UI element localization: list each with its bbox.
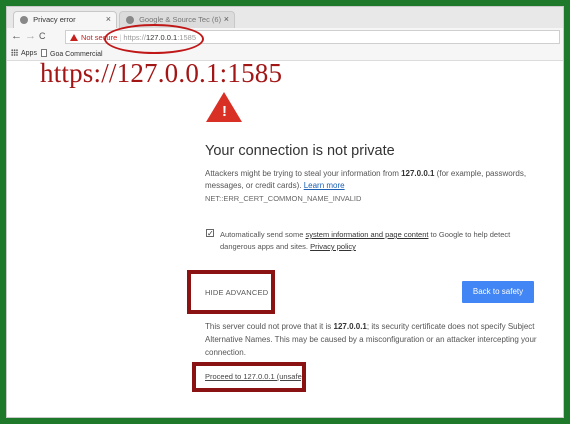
details-host: 127.0.0.1 (333, 322, 367, 331)
privacy-policy-link[interactable]: Privacy policy (310, 242, 356, 251)
bookmark-label: Goa Commercial (50, 51, 103, 58)
desc-text: Attackers might be trying to steal your … (205, 169, 402, 178)
desc-host: 127.0.0.1 (401, 169, 435, 178)
tab-label: Privacy error (33, 15, 76, 24)
back-arrow-icon[interactable]: ← (11, 30, 22, 42)
browser-toolbar: ← → C Not secure | https://127.0.0.1:158… (7, 28, 563, 47)
apps-grid-icon (11, 49, 18, 56)
annotation-url: https://127.0.0.1:1585 (40, 58, 283, 88)
tab-label: Google & Source Tec (6) (139, 15, 222, 24)
apps-bookmark[interactable]: Apps (11, 49, 37, 57)
exclamation-icon: ! (222, 103, 227, 120)
send-report-checkbox[interactable]: ✓ (206, 229, 214, 238)
advanced-details: This server could not prove that it is 1… (205, 320, 540, 359)
system-info-link[interactable]: system information and page content (305, 230, 428, 239)
document-icon (41, 49, 47, 57)
reload-icon[interactable]: C (39, 31, 46, 41)
close-tab-icon[interactable]: × (224, 14, 229, 24)
page-icon (20, 16, 28, 25)
apps-label: Apps (21, 50, 37, 57)
warning-description: Attackers might be trying to steal your … (205, 168, 535, 192)
close-tab-icon[interactable]: × (106, 14, 111, 24)
details-text: This server could not prove that it is (205, 322, 334, 331)
warning-icon (70, 34, 78, 41)
page-icon (126, 16, 134, 25)
highlight-box-proceed (192, 362, 306, 392)
bookmark-item[interactable]: Goa Commercial (41, 49, 103, 58)
tab-bar: Privacy error × Google & Source Tec (6) … (7, 7, 563, 28)
report-text: Automatically send some system informati… (220, 229, 540, 253)
error-code: NET::ERR_CERT_COMMON_NAME_INVALID (205, 194, 362, 203)
tab-privacy-error[interactable]: Privacy error × (13, 11, 117, 28)
back-to-safety-button[interactable]: Back to safety (462, 281, 534, 303)
url-highlight-ellipse (104, 24, 204, 54)
forward-arrow-icon[interactable]: → (25, 30, 36, 42)
page-title: Your connection is not private (205, 143, 395, 159)
learn-more-link[interactable]: Learn more (304, 181, 345, 190)
highlight-box-advanced (187, 270, 275, 314)
report-text-part: Automatically send some (220, 230, 306, 239)
